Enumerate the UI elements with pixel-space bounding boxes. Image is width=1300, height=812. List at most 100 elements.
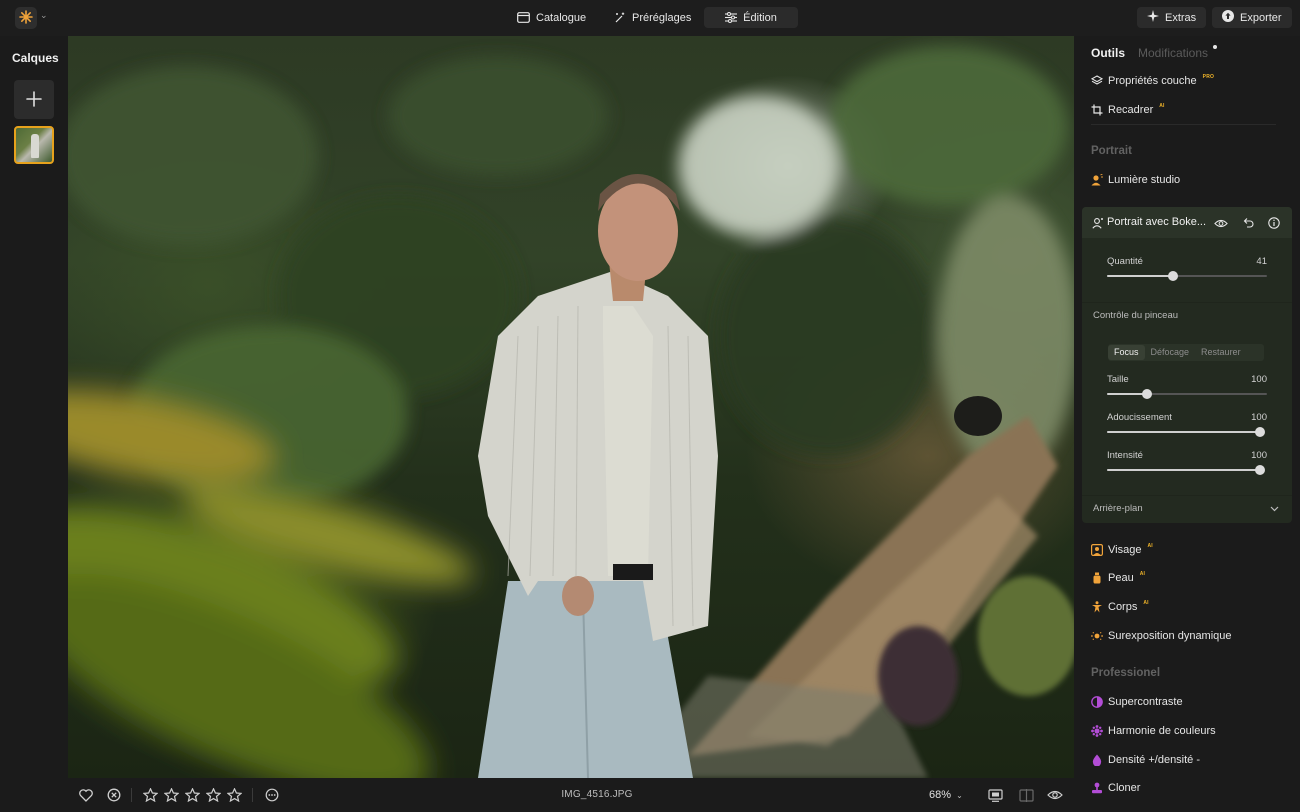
tool-label: Surexposition dynamique (1108, 630, 1232, 642)
extras-button[interactable]: Extras (1137, 7, 1207, 28)
chevron-down-icon[interactable]: ⌄ (40, 10, 48, 21)
sparkle-icon (1147, 10, 1159, 25)
divider (1082, 495, 1292, 496)
size-slider-handle[interactable] (1142, 389, 1152, 399)
intensity-label: Intensité (1107, 450, 1143, 461)
pro-badge: PRO (1202, 74, 1215, 80)
eye-icon[interactable] (1214, 216, 1228, 230)
intensity-slider-fill (1107, 469, 1260, 471)
plus-icon (26, 86, 42, 114)
tool-label: Densité +/densité - (1108, 754, 1201, 766)
file-name: IMG_4516.JPG (561, 789, 633, 800)
intensity-slider-handle[interactable] (1255, 465, 1265, 475)
dynamic-light-icon (1091, 630, 1103, 642)
tool-label: Visage (1108, 544, 1142, 556)
tab-presets[interactable]: Préréglages (604, 7, 701, 28)
tool-body[interactable]: Corps AI (1091, 599, 1149, 615)
quantity-label: Quantité (1107, 256, 1143, 267)
tool-color-harmony[interactable]: Harmonie de couleurs (1091, 723, 1216, 739)
tool-label: Corps (1108, 601, 1138, 613)
divider (1082, 302, 1292, 303)
chevron-down-icon[interactable] (1270, 503, 1279, 515)
tool-clone[interactable]: Cloner (1091, 780, 1140, 796)
softness-slider[interactable] (1107, 427, 1265, 437)
brush-mode-focus[interactable]: Focus (1108, 345, 1145, 360)
compare-split-icon[interactable] (1018, 787, 1034, 803)
zoom-value: 68% (929, 789, 952, 801)
quantity-slider[interactable] (1107, 271, 1267, 281)
export-label: Exporter (1240, 11, 1282, 24)
layers-title: Calques (12, 51, 59, 65)
photo-canvas[interactable] (68, 36, 1074, 778)
tab-catalogue[interactable]: Catalogue (507, 7, 596, 28)
top-bar: ⌄ Catalogue Préréglages Édition Extras E… (0, 0, 1300, 36)
background-section-toggle[interactable]: Arrière-plan (1093, 503, 1143, 514)
intensity-slider[interactable] (1107, 465, 1265, 475)
ai-badge: AI (1139, 571, 1146, 577)
softness-slider-fill (1107, 431, 1260, 433)
studio-light-icon (1091, 174, 1103, 186)
app-menu-button[interactable] (15, 7, 37, 29)
chevron-down-icon: ⌄ (956, 791, 963, 800)
tab-modifications[interactable]: Modifications (1138, 46, 1208, 60)
modifications-indicator (1213, 45, 1217, 49)
tool-skin[interactable]: Peau AI (1091, 570, 1145, 586)
ai-badge: AI (1159, 103, 1165, 109)
folder-icon (517, 12, 530, 23)
portrait-bokeh-icon (1092, 217, 1104, 232)
body-icon (1091, 601, 1103, 613)
softness-slider-handle[interactable] (1255, 427, 1265, 437)
size-value: 100 (1251, 374, 1267, 385)
face-icon (1091, 544, 1103, 556)
tool-label: Harmonie de couleurs (1108, 725, 1216, 737)
tools-panel: Outils Modifications Propriétés couche P… (1082, 36, 1300, 812)
quantity-slider-handle[interactable] (1167, 271, 1178, 281)
ai-badge: AI (1147, 543, 1153, 549)
portrait-subject (478, 174, 718, 778)
upload-icon (1222, 10, 1234, 25)
export-button[interactable]: Exporter (1212, 7, 1292, 28)
sun-logo-icon (19, 9, 33, 27)
tool-studio-light[interactable]: Lumière studio (1091, 172, 1180, 188)
sliders-icon (725, 12, 738, 23)
tool-label: Supercontraste (1108, 696, 1183, 708)
color-harmony-icon (1091, 725, 1103, 737)
brush-control-title: Contrôle du pinceau (1093, 310, 1179, 321)
layer-thumbnail[interactable] (14, 126, 54, 164)
tool-crop[interactable]: Recadrer AI (1091, 102, 1165, 118)
ai-badge: AI (1143, 600, 1149, 606)
tab-outils[interactable]: Outils (1091, 46, 1125, 60)
tool-supercontrast[interactable]: Supercontraste (1091, 694, 1183, 710)
bottom-toolbar: IMG_4516.JPG 68% ⌄ (68, 778, 1074, 812)
section-professional: Professionel (1091, 667, 1161, 679)
quantity-value: 41 (1256, 256, 1267, 267)
add-layer-button[interactable] (14, 80, 54, 119)
info-icon[interactable] (1267, 216, 1281, 230)
zoom-dropdown[interactable]: 68% ⌄ (929, 789, 963, 801)
tool-dynamic-light[interactable]: Surexposition dynamique (1091, 628, 1232, 644)
quantity-slider-fill (1107, 275, 1173, 277)
eye-preview-icon[interactable] (1047, 787, 1063, 803)
tool-face[interactable]: Visage AI (1091, 542, 1153, 558)
tool-label: Lumière studio (1108, 174, 1181, 186)
brush-mode-segmented-control: Focus Défocage Restaurer (1108, 344, 1264, 361)
tool-label: Cloner (1108, 782, 1141, 794)
crop-icon (1091, 104, 1103, 116)
tab-edition[interactable]: Édition (704, 7, 798, 28)
undo-icon[interactable] (1241, 216, 1255, 230)
brush-mode-defocus[interactable]: Défocage (1145, 345, 1196, 360)
skin-icon (1091, 572, 1103, 584)
tool-layer-properties[interactable]: Propriétés couche PRO (1091, 73, 1214, 89)
brush-mode-restore[interactable]: Restaurer (1195, 345, 1247, 360)
fit-screen-icon[interactable] (987, 787, 1003, 803)
tool-label: Propriétés couche (1108, 75, 1197, 87)
bokeh-tool-header[interactable]: Portrait avec Boke... (1082, 207, 1292, 238)
tool-density[interactable]: Densité +/densité - (1091, 752, 1200, 768)
magic-wand-icon (614, 12, 626, 24)
tab-label: Catalogue (536, 11, 587, 24)
bokeh-title: Portrait avec Boke... (1107, 216, 1207, 228)
size-slider-fill (1107, 393, 1147, 395)
contrast-icon (1091, 696, 1103, 708)
size-slider[interactable] (1107, 389, 1267, 399)
tab-label: Édition (743, 11, 777, 24)
